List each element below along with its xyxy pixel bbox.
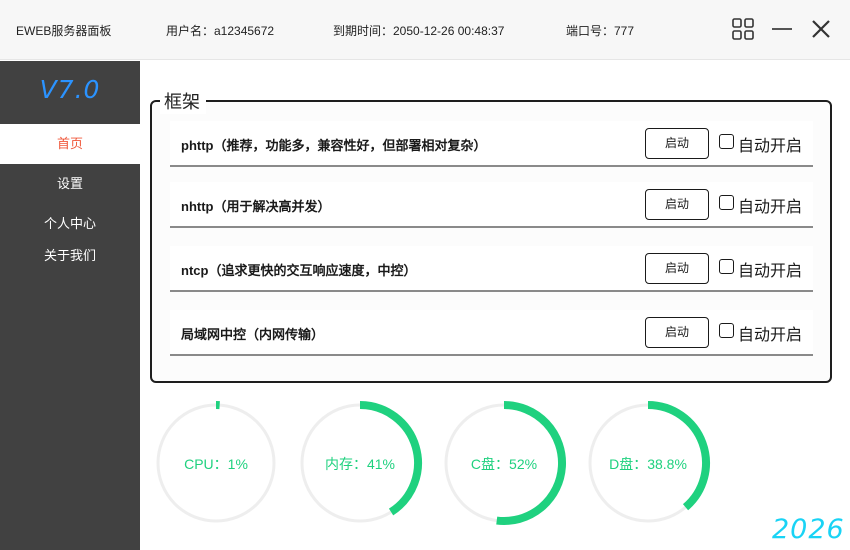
sidebar-item-settings[interactable]: 设置 — [0, 164, 140, 204]
auto-start-label[interactable]: 自动开启 — [738, 132, 802, 156]
auto-start-label[interactable]: 自动开启 — [738, 257, 802, 281]
framework-row-lan-control: 局域网中控（内网传输） 启动 自动开启 — [170, 310, 813, 356]
memory-gauge-label: 内存：41% — [324, 456, 396, 472]
start-button[interactable]: 启动 — [645, 253, 709, 284]
port-label: 端口号：777 — [566, 24, 635, 38]
d-drive-gauge-label: D盘：38.8% — [609, 456, 687, 472]
framework-label: phttp（推荐，功能多，兼容性好，但部署相对复杂） — [181, 138, 487, 153]
sidebar-item-home[interactable]: 首页 — [0, 124, 140, 164]
grid-icon[interactable] — [730, 16, 756, 42]
year-watermark: 2026 — [772, 514, 845, 545]
start-button[interactable]: 启动 — [645, 189, 709, 220]
framework-label: ntcp（追求更快的交互响应速度，中控） — [181, 263, 417, 278]
auto-start-label[interactable]: 自动开启 — [738, 193, 802, 217]
auto-start-checkbox[interactable] — [719, 323, 734, 338]
framework-row-ntcp: ntcp（追求更快的交互响应速度，中控） 启动 自动开启 — [170, 246, 813, 292]
sidebar-item-about-us[interactable]: 关于我们 — [0, 241, 140, 271]
c-drive-gauge: C盘：52% — [441, 400, 567, 526]
minimize-icon[interactable] — [769, 16, 795, 42]
framework-row-phttp: phttp（推荐，功能多，兼容性好，但部署相对复杂） 启动 自动开启 — [170, 121, 813, 167]
app-name: EWEB服务器面板 — [16, 24, 112, 38]
framework-row-nhttp: nhttp（用于解决高并发） 启动 自动开启 — [170, 182, 813, 228]
c-drive-gauge-label: C盘：52% — [470, 456, 538, 472]
memory-gauge: 内存：41% — [297, 400, 423, 526]
cpu-gauge-label: CPU：1% — [184, 456, 248, 472]
username-label: 用户名：a12345672 — [166, 24, 275, 38]
logo: V7.0 — [39, 75, 101, 104]
framework-label: 局域网中控（内网传输） — [181, 327, 325, 342]
auto-start-checkbox[interactable] — [719, 134, 734, 149]
start-button[interactable]: 启动 — [645, 317, 709, 348]
start-button[interactable]: 启动 — [645, 128, 709, 159]
sidebar-item-personal-center[interactable]: 个人中心 — [0, 209, 140, 239]
frame-group-title: 框架 — [160, 88, 206, 114]
auto-start-checkbox[interactable] — [719, 195, 734, 210]
cpu-gauge: CPU：1% — [153, 400, 279, 526]
expire-time-label: 到期时间：2050-12-26 00:48:37 — [333, 24, 505, 38]
auto-start-label[interactable]: 自动开启 — [738, 321, 802, 345]
sidebar: V7.0 首页 设置 个人中心 关于我们 — [0, 61, 140, 550]
close-icon[interactable] — [808, 16, 834, 42]
auto-start-checkbox[interactable] — [719, 259, 734, 274]
d-drive-gauge: D盘：38.8% — [585, 400, 711, 526]
title-bar: EWEB服务器面板 用户名：a12345672 到期时间：2050-12-26 … — [0, 0, 850, 60]
framework-label: nhttp（用于解决高并发） — [181, 199, 331, 214]
